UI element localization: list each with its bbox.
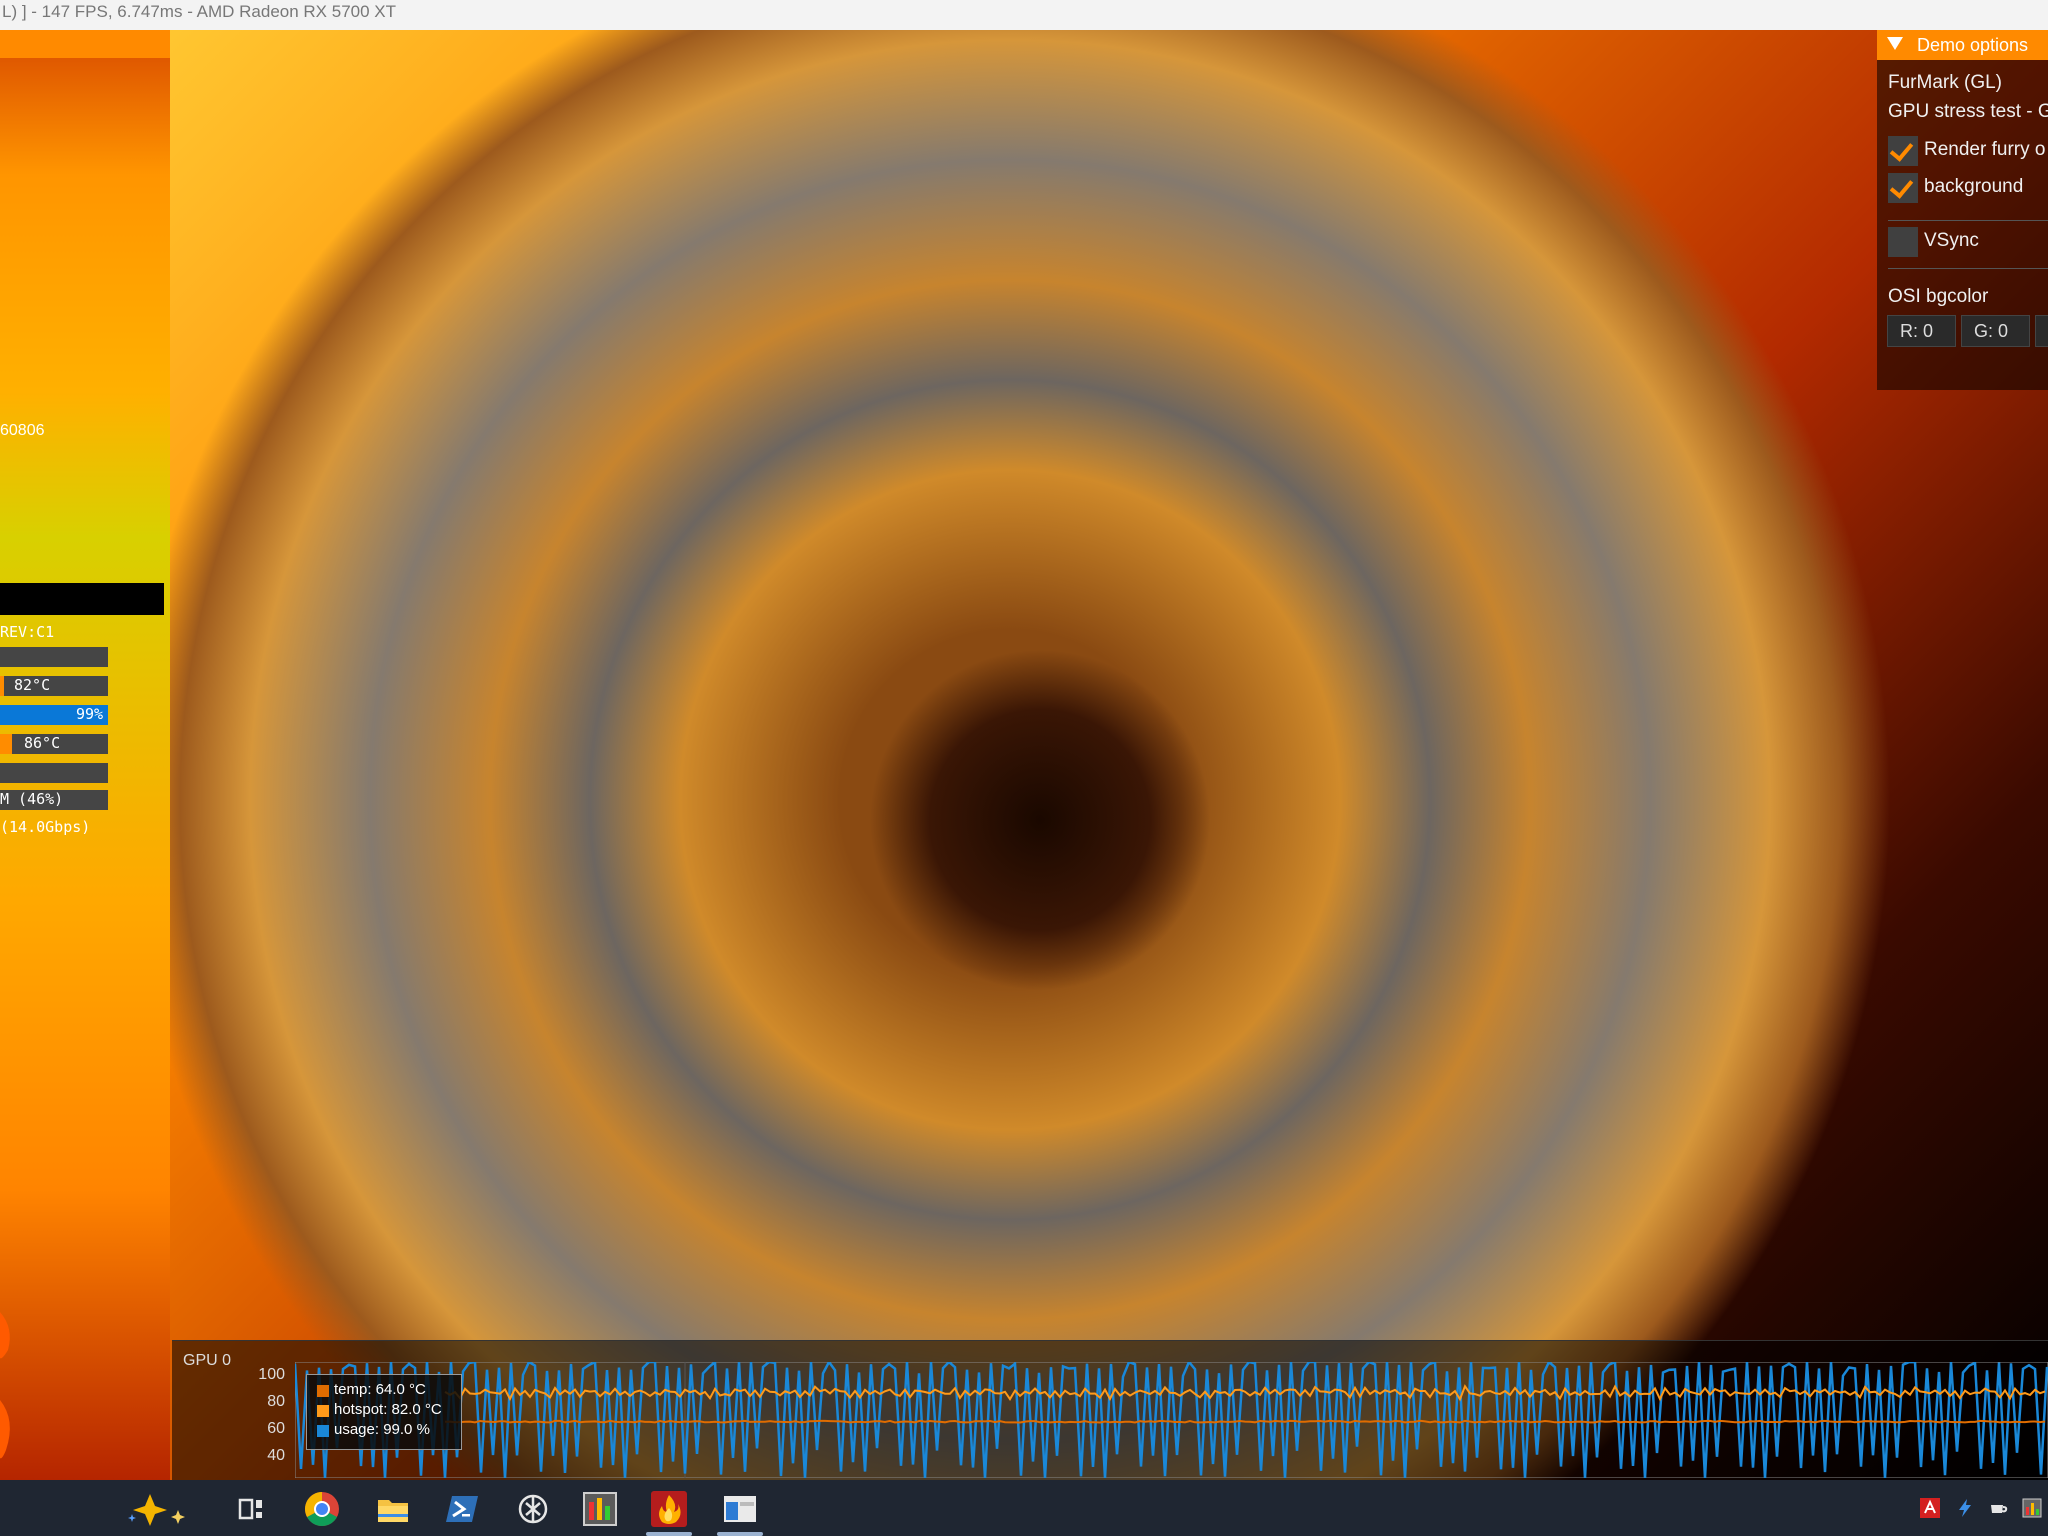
legend-temp-label: temp: 64.0 °C bbox=[334, 1381, 426, 1398]
checkmark-icon bbox=[1889, 137, 1914, 162]
chatgpt-icon[interactable] bbox=[514, 1490, 552, 1528]
gpu-graph-plot bbox=[295, 1362, 2048, 1478]
driver-version-fragment: 60806 bbox=[0, 422, 45, 439]
gpu-memory-bar: M (46%) bbox=[0, 790, 108, 810]
y-tick-100: 100 bbox=[258, 1366, 285, 1383]
separator bbox=[1888, 220, 2048, 221]
color-r-field[interactable]: R: 0 bbox=[1887, 315, 1956, 347]
y-tick-80: 80 bbox=[267, 1393, 285, 1410]
color-r-value: R: 0 bbox=[1900, 321, 1934, 341]
demo-options-title: Demo options bbox=[1917, 35, 2029, 55]
monitor-app-icon[interactable] bbox=[581, 1490, 619, 1528]
powershell-icon[interactable] bbox=[444, 1490, 482, 1528]
window-app-icon[interactable] bbox=[721, 1490, 759, 1528]
cup-icon[interactable] bbox=[1988, 1498, 2008, 1518]
gpu-info-blackbar bbox=[0, 583, 164, 615]
legend-hotspot-label: hotspot: 82.0 °C bbox=[334, 1401, 442, 1418]
legend-hotspot-swatch bbox=[317, 1405, 329, 1417]
gpu-info-header bbox=[0, 30, 170, 58]
amd-icon[interactable] bbox=[1920, 1498, 1940, 1518]
gpu-bar-empty-2 bbox=[0, 763, 108, 783]
mode-label: GPU stress test - G bbox=[1888, 101, 2048, 122]
furmark-icon[interactable] bbox=[650, 1490, 688, 1528]
vsync-label: VSync bbox=[1924, 230, 1979, 251]
gpu-info-panel bbox=[0, 30, 170, 1480]
background-checkbox[interactable] bbox=[1888, 173, 1918, 203]
chrome-icon[interactable] bbox=[303, 1490, 341, 1528]
color-g-field[interactable]: G: 0 bbox=[1961, 315, 2030, 347]
gpu-hotspot-label: 86°C bbox=[24, 734, 61, 752]
window-app-active-indicator bbox=[717, 1532, 763, 1536]
file-explorer-icon[interactable] bbox=[374, 1490, 412, 1528]
y-tick-40: 40 bbox=[267, 1447, 285, 1464]
gpu-hotspot-bar-fill bbox=[0, 734, 12, 754]
separator bbox=[1888, 268, 2048, 269]
gpu-temp-label: 82°C bbox=[14, 676, 51, 694]
app-name-label: FurMark (GL) bbox=[1888, 72, 2002, 93]
legend-usage-swatch bbox=[317, 1425, 329, 1437]
demo-options-header[interactable]: Demo options bbox=[1877, 30, 2048, 60]
color-g-value: G: 0 bbox=[1974, 321, 2009, 341]
chart-icon[interactable] bbox=[2022, 1498, 2042, 1518]
y-tick-60: 60 bbox=[267, 1420, 285, 1437]
gpu-hotspot-bar: 86°C bbox=[0, 734, 108, 754]
collapse-triangle-icon[interactable] bbox=[1887, 37, 1903, 50]
series-temp-line bbox=[444, 1419, 2046, 1424]
render-furry-label: Render furry o bbox=[1924, 139, 2046, 160]
furmark-active-indicator bbox=[646, 1532, 692, 1536]
gpu-temp-bar-fill bbox=[0, 676, 4, 696]
render-furry-checkbox[interactable] bbox=[1888, 136, 1918, 166]
graph-title: GPU 0 bbox=[183, 1352, 232, 1369]
gpu-usage-bar: 99% bbox=[0, 705, 108, 725]
gpu-bar-empty bbox=[0, 647, 108, 667]
title-bar: L) ] - 147 FPS, 6.747ms - AMD Radeon RX … bbox=[0, 0, 2048, 31]
osi-bgcolor-label: OSI bgcolor bbox=[1888, 286, 1989, 307]
bolt-icon[interactable] bbox=[1955, 1498, 1975, 1518]
vsync-checkbox[interactable] bbox=[1888, 227, 1918, 257]
checkmark-icon bbox=[1889, 174, 1914, 199]
flame-logo-icon bbox=[0, 1312, 10, 1459]
window-title: L) ] - 147 FPS, 6.747ms - AMD Radeon RX … bbox=[2, 2, 397, 21]
gpu-memory-label: M (46%) bbox=[0, 790, 64, 808]
legend-temp-swatch bbox=[317, 1385, 329, 1397]
color-b-field[interactable] bbox=[2035, 315, 2048, 347]
rev-label: REV:C1 bbox=[0, 623, 55, 641]
task-view-icon[interactable] bbox=[232, 1490, 270, 1528]
render-viewport[interactable] bbox=[0, 30, 2048, 1480]
copilot-icon[interactable] bbox=[120, 1490, 200, 1528]
background-label: background bbox=[1924, 176, 2024, 197]
graph-legend: temp: 64.0 °C hotspot: 82.0 °C usage: 99… bbox=[306, 1374, 462, 1450]
legend-usage-label: usage: 99.0 % bbox=[334, 1421, 430, 1438]
gpu-temp-bar: 82°C bbox=[0, 676, 108, 696]
memory-speed-label: (14.0Gbps) bbox=[0, 818, 91, 836]
gpu-usage-label: 99% bbox=[76, 705, 104, 723]
